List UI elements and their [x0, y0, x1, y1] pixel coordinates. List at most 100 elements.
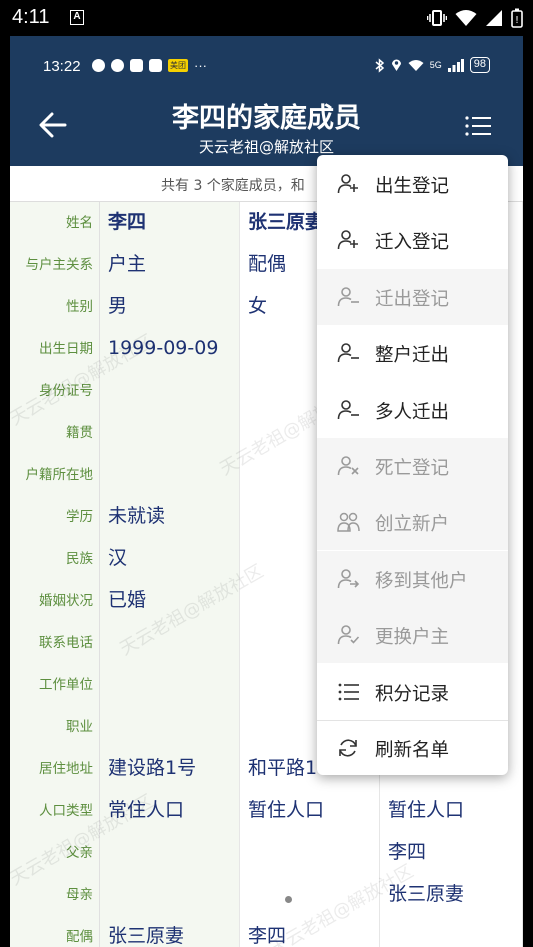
app-status-bar: 13:22 美团 ··· 5G 98 — [10, 56, 523, 78]
menu-item-label: 迁出登记 — [375, 289, 450, 310]
menu-item-label: 死亡登记 — [375, 458, 450, 479]
menu-item[interactable]: 刷新名单 — [317, 720, 508, 775]
menu-item-label: 整户迁出 — [375, 345, 450, 366]
table-cell[interactable]: 常住人口 — [100, 790, 240, 832]
table-cell[interactable] — [100, 874, 240, 916]
app-header: 13:22 美团 ··· 5G 98 李四的家庭成员 天云老祖@解放社区 — [10, 36, 523, 166]
row-label: 与户主关系 — [10, 244, 100, 286]
member-summary-text: 共有 3 个家庭成员，和 — [161, 178, 305, 194]
signal-icon — [486, 10, 502, 26]
menu-item-label: 更换户主 — [375, 627, 450, 648]
table-cell[interactable]: 建设路1号 — [100, 748, 240, 790]
row-label: 籍贯 — [10, 412, 100, 454]
menu-button[interactable] — [462, 112, 494, 140]
row-label: 身份证号 — [10, 370, 100, 412]
menu-item[interactable]: 迁入登记 — [317, 212, 508, 268]
system-status-bar: 4:11 A ! — [0, 0, 533, 36]
app-signal-icon — [447, 58, 464, 72]
menu-item-label: 出生登记 — [375, 176, 450, 197]
bluetooth-icon — [375, 57, 384, 73]
person-arrow-icon — [337, 569, 360, 589]
menu-item-label: 刷新名单 — [375, 740, 450, 761]
table-cell[interactable] — [100, 664, 240, 706]
menu-item[interactable]: 创立新户 — [317, 494, 508, 550]
table-cell[interactable]: 张三原妻 — [380, 874, 523, 916]
mail-app-icon — [149, 59, 162, 72]
table-cell[interactable]: 户主 — [100, 244, 240, 286]
table-cell[interactable]: 李四 — [380, 832, 523, 874]
people-icon — [337, 512, 360, 532]
row-label: 职业 — [10, 706, 100, 748]
table-row: 人口类型 常住人口 暂住人口 暂住人口 — [10, 790, 523, 832]
battery-icon: ! — [511, 8, 523, 28]
menu-item-label: 迁入登记 — [375, 232, 450, 253]
row-label: 母亲 — [10, 874, 100, 916]
menu-item[interactable]: 迁出登记 — [317, 269, 508, 325]
menu-item[interactable]: 死亡登记 — [317, 438, 508, 494]
table-cell[interactable]: 张三原妻 — [100, 916, 240, 947]
system-time: 4:11 — [12, 6, 50, 28]
table-cell[interactable] — [380, 916, 523, 947]
table-row: 配偶 张三原妻 李四 — [10, 916, 523, 947]
person-add-icon — [337, 230, 358, 250]
table-cell[interactable]: 已婚 — [100, 580, 240, 622]
person-remove-icon — [337, 400, 359, 420]
wifi-icon — [455, 10, 477, 26]
menu-item[interactable]: 积分记录 — [317, 664, 508, 720]
table-cell[interactable] — [100, 706, 240, 748]
person-remove-icon — [337, 343, 359, 363]
person-check-icon — [337, 625, 360, 645]
menu-item[interactable]: 更换户主 — [317, 607, 508, 663]
meituan-icon: 美团 — [168, 59, 188, 72]
table-cell[interactable]: 暂住人口 — [240, 790, 380, 832]
menu-item-label: 积分记录 — [375, 684, 450, 705]
table-cell[interactable]: 1999-09-09 — [100, 328, 240, 370]
svg-text:!: ! — [515, 15, 519, 26]
menu-item[interactable]: 多人迁出 — [317, 382, 508, 438]
app-status-time: 13:22 — [43, 58, 81, 75]
table-cell[interactable]: 汉 — [100, 538, 240, 580]
row-label: 父亲 — [10, 832, 100, 874]
menu-item[interactable]: 移到其他户 — [317, 551, 508, 607]
location-icon — [391, 59, 401, 71]
row-label: 婚姻状况 — [10, 580, 100, 622]
table-cell[interactable] — [100, 412, 240, 454]
app-notify-icon — [92, 59, 105, 72]
shield-app-icon — [130, 59, 143, 72]
table-cell[interactable]: 未就读 — [100, 496, 240, 538]
a-notification-icon: A — [70, 10, 84, 25]
table-cell[interactable] — [100, 832, 240, 874]
action-menu: 出生登记迁入登记迁出登记整户迁出多人迁出死亡登记创立新户移到其他户更换户主积分记… — [317, 155, 508, 775]
table-cell[interactable] — [240, 874, 380, 916]
table-cell[interactable] — [100, 622, 240, 664]
network-type-label: 5G — [429, 60, 442, 70]
list-icon — [338, 683, 359, 701]
row-label: 居住地址 — [10, 748, 100, 790]
row-label: 户籍所在地 — [10, 454, 100, 496]
table-cell[interactable]: 李四 — [240, 916, 380, 947]
person-remove-icon — [337, 287, 359, 307]
row-label: 联系电话 — [10, 622, 100, 664]
row-label: 学历 — [10, 496, 100, 538]
person-x-icon — [337, 456, 359, 476]
menu-item[interactable]: 出生登记 — [317, 156, 508, 212]
table-cell[interactable] — [100, 454, 240, 496]
menu-item[interactable]: 整户迁出 — [317, 325, 508, 381]
table-cell[interactable] — [240, 832, 380, 874]
row-label: 配偶 — [10, 916, 100, 947]
table-row: 父亲 李四 — [10, 832, 523, 874]
more-notifications-icon: ··· — [194, 57, 207, 73]
row-label: 姓名 — [10, 202, 100, 244]
chat-icon — [111, 59, 124, 72]
table-cell[interactable]: 李四 — [100, 202, 240, 244]
row-label: 性别 — [10, 286, 100, 328]
page-indicator — [285, 896, 292, 903]
table-cell[interactable]: 暂住人口 — [380, 790, 523, 832]
table-row: 母亲 张三原妻 — [10, 874, 523, 916]
menu-item-label: 移到其他户 — [375, 571, 468, 592]
table-cell[interactable]: 男 — [100, 286, 240, 328]
refresh-icon — [339, 739, 357, 757]
row-label: 民族 — [10, 538, 100, 580]
table-cell[interactable] — [100, 370, 240, 412]
menu-item-label: 多人迁出 — [375, 402, 450, 423]
